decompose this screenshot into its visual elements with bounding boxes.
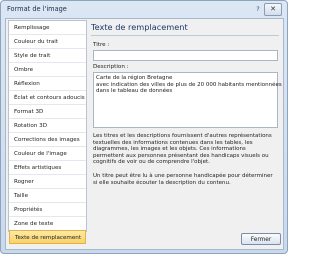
close-button[interactable]: Fermer: [241, 233, 281, 245]
sidebar-item-rotation-3d[interactable]: Rotation 3D: [9, 119, 86, 133]
dialog-title: Format de l'image: [7, 5, 67, 13]
alt-text-panel: Texte de remplacement Titre : Descriptio…: [89, 20, 282, 230]
sidebar-item-ombre[interactable]: Ombre: [9, 63, 86, 77]
alt-text-help-paragraph: Les titres et les descriptions fournisse…: [93, 133, 272, 166]
title-label: Titre :: [93, 42, 110, 48]
dialog-titlebar[interactable]: Format de l'image ? ✕: [1, 1, 287, 17]
sidebar-item-reflexion[interactable]: Réflexion: [9, 77, 86, 91]
description-label: Description :: [93, 64, 129, 70]
category-list: Remplissage Couleur du trait Style de tr…: [8, 20, 87, 244]
format-image-dialog: Format de l'image ? ✕ Remplissage Couleu…: [0, 0, 288, 254]
panel-heading: Texte de remplacement: [91, 20, 279, 36]
sidebar-item-texte-de-remplacement[interactable]: Texte de remplacement: [9, 230, 86, 244]
sidebar-item-zone-de-texte[interactable]: Zone de texte: [9, 217, 86, 231]
sidebar-item-eclat[interactable]: Éclat et contours adoucis: [9, 91, 86, 105]
title-input[interactable]: [93, 50, 278, 61]
sidebar-item-remplissage[interactable]: Remplissage: [9, 21, 86, 35]
help-icon[interactable]: ?: [253, 4, 263, 14]
sidebar-item-taille[interactable]: Taille: [9, 189, 86, 203]
sidebar-item-effets-artistiques[interactable]: Effets artistiques: [9, 161, 86, 175]
description-line: dans le tableau de données: [96, 88, 173, 95]
description-line: Carte de la région Bretagne: [96, 75, 173, 81]
sidebar-item-style-de-trait[interactable]: Style de trait: [9, 49, 86, 63]
sidebar-item-proprietes[interactable]: Propriétés: [9, 203, 86, 217]
sidebar-item-couleur-du-trait[interactable]: Couleur du trait: [9, 35, 86, 49]
close-icon[interactable]: ✕: [264, 3, 282, 16]
sidebar-item-rogner[interactable]: Rogner: [9, 175, 86, 189]
dialog-body: Remplissage Couleur du trait Style de tr…: [5, 18, 284, 250]
sidebar-item-couleur-image[interactable]: Couleur de l'image: [9, 147, 86, 161]
sidebar-item-corrections[interactable]: Corrections des images: [9, 133, 86, 147]
description-textarea[interactable]: Carte de la région Bretagne avec indicat…: [93, 72, 282, 128]
alt-text-help-paragraph-2: Un titre peut être lu à une personne han…: [93, 173, 273, 186]
sidebar-item-format-3d[interactable]: Format 3D: [9, 105, 86, 119]
